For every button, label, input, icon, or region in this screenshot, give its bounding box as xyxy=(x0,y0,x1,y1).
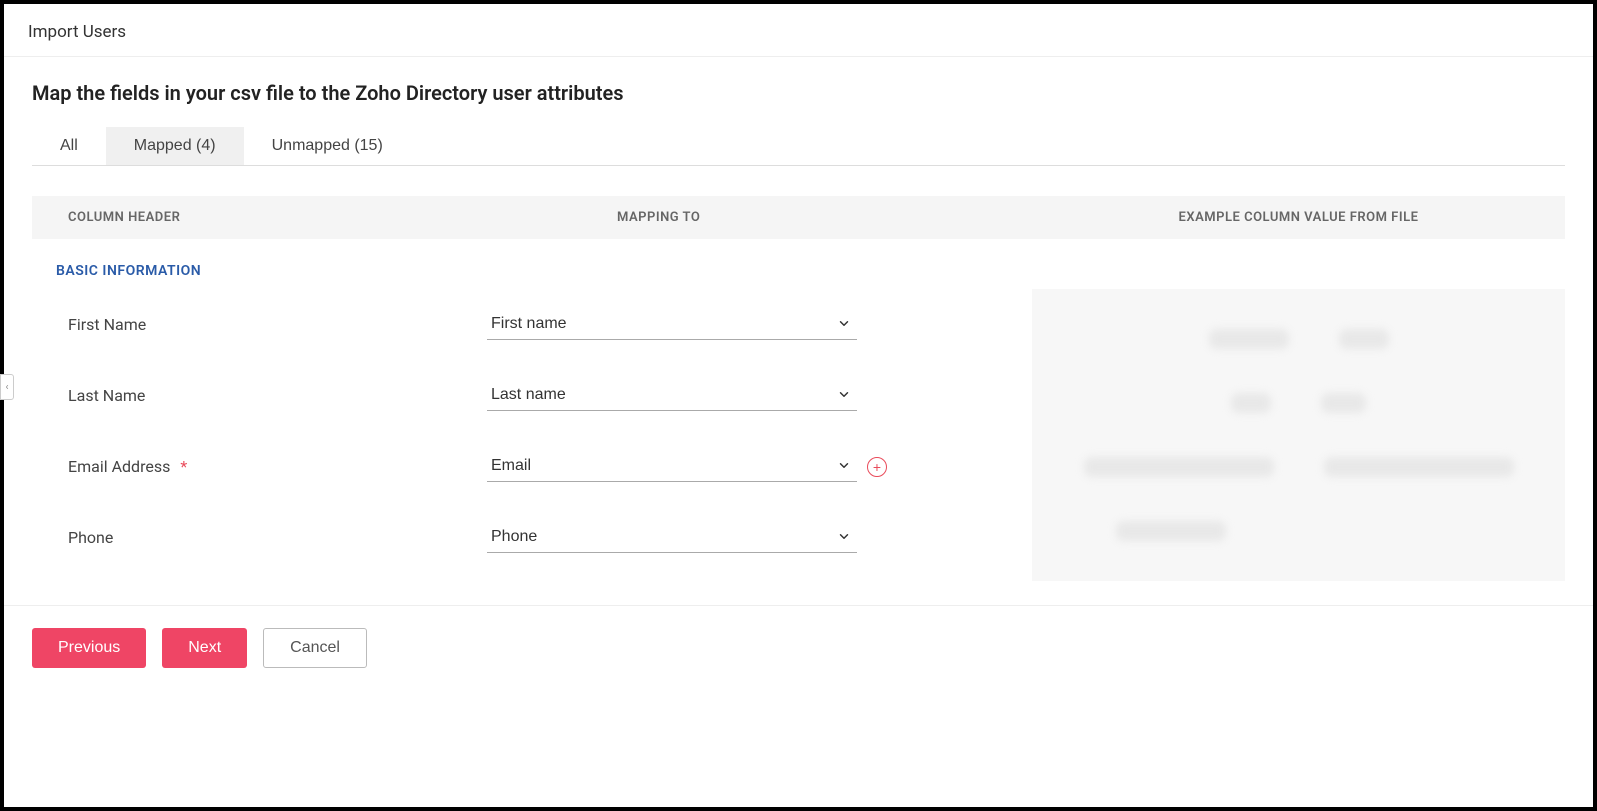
column-header-example: EXAMPLE COLUMN VALUE FROM FILE xyxy=(1032,210,1565,225)
example-value-blurred xyxy=(1116,521,1226,541)
column-header-mapping: MAPPING TO xyxy=(487,210,1032,225)
filter-tabs: All Mapped (4) Unmapped (15) xyxy=(32,127,1565,166)
field-label-last-name: Last Name xyxy=(32,386,487,405)
example-value-blurred xyxy=(1324,457,1514,477)
example-row xyxy=(1056,435,1541,499)
field-row-last-name: Last Name xyxy=(32,360,1032,431)
plus-icon: + xyxy=(873,459,881,475)
example-value-blurred xyxy=(1339,329,1389,349)
chevron-left-icon: ‹ xyxy=(5,382,8,393)
select-email[interactable] xyxy=(487,451,857,482)
field-row-email: Email Address * + xyxy=(32,431,1032,502)
field-label-first-name: First Name xyxy=(32,315,487,334)
select-wrapper xyxy=(487,380,857,411)
example-value-blurred xyxy=(1209,329,1289,349)
field-row-phone: Phone xyxy=(32,502,1032,573)
select-wrapper xyxy=(487,309,857,340)
mapping-rows: First Name Last Name xyxy=(32,289,1032,581)
example-value-blurred xyxy=(1231,393,1271,413)
page-title: Import Users xyxy=(28,22,126,42)
select-first-name[interactable] xyxy=(487,309,857,340)
table-header-row: COLUMN HEADER MAPPING TO EXAMPLE COLUMN … xyxy=(32,196,1565,239)
wizard-footer: Previous Next Cancel xyxy=(4,605,1593,690)
example-value-blurred xyxy=(1321,393,1366,413)
select-wrapper xyxy=(487,522,857,553)
tab-all[interactable]: All xyxy=(32,127,106,165)
select-phone[interactable] xyxy=(487,522,857,553)
add-mapping-button[interactable]: + xyxy=(867,457,887,477)
page-subtitle: Map the fields in your csv file to the Z… xyxy=(32,81,1565,105)
tab-mapped[interactable]: Mapped (4) xyxy=(106,127,244,165)
next-button[interactable]: Next xyxy=(162,628,247,668)
example-row xyxy=(1056,499,1541,563)
field-label-email: Email Address * xyxy=(32,457,487,476)
example-row xyxy=(1056,371,1541,435)
example-values-panel xyxy=(1032,289,1565,581)
example-row xyxy=(1056,307,1541,371)
panel-expand-handle[interactable]: ‹ xyxy=(0,374,14,400)
field-row-first-name: First Name xyxy=(32,289,1032,360)
example-value-blurred xyxy=(1084,457,1274,477)
field-label-phone: Phone xyxy=(32,528,487,547)
cancel-button[interactable]: Cancel xyxy=(263,628,367,668)
select-wrapper xyxy=(487,451,857,482)
select-last-name[interactable] xyxy=(487,380,857,411)
page-header: Import Users xyxy=(4,4,1593,57)
tab-unmapped[interactable]: Unmapped (15) xyxy=(244,127,411,165)
main-content: Map the fields in your csv file to the Z… xyxy=(4,57,1593,605)
column-header-name: COLUMN HEADER xyxy=(32,210,487,225)
mapping-area: First Name Last Name xyxy=(32,289,1565,581)
section-basic-info: BASIC INFORMATION xyxy=(32,239,1565,289)
previous-button[interactable]: Previous xyxy=(32,628,146,668)
required-indicator: * xyxy=(180,457,187,476)
